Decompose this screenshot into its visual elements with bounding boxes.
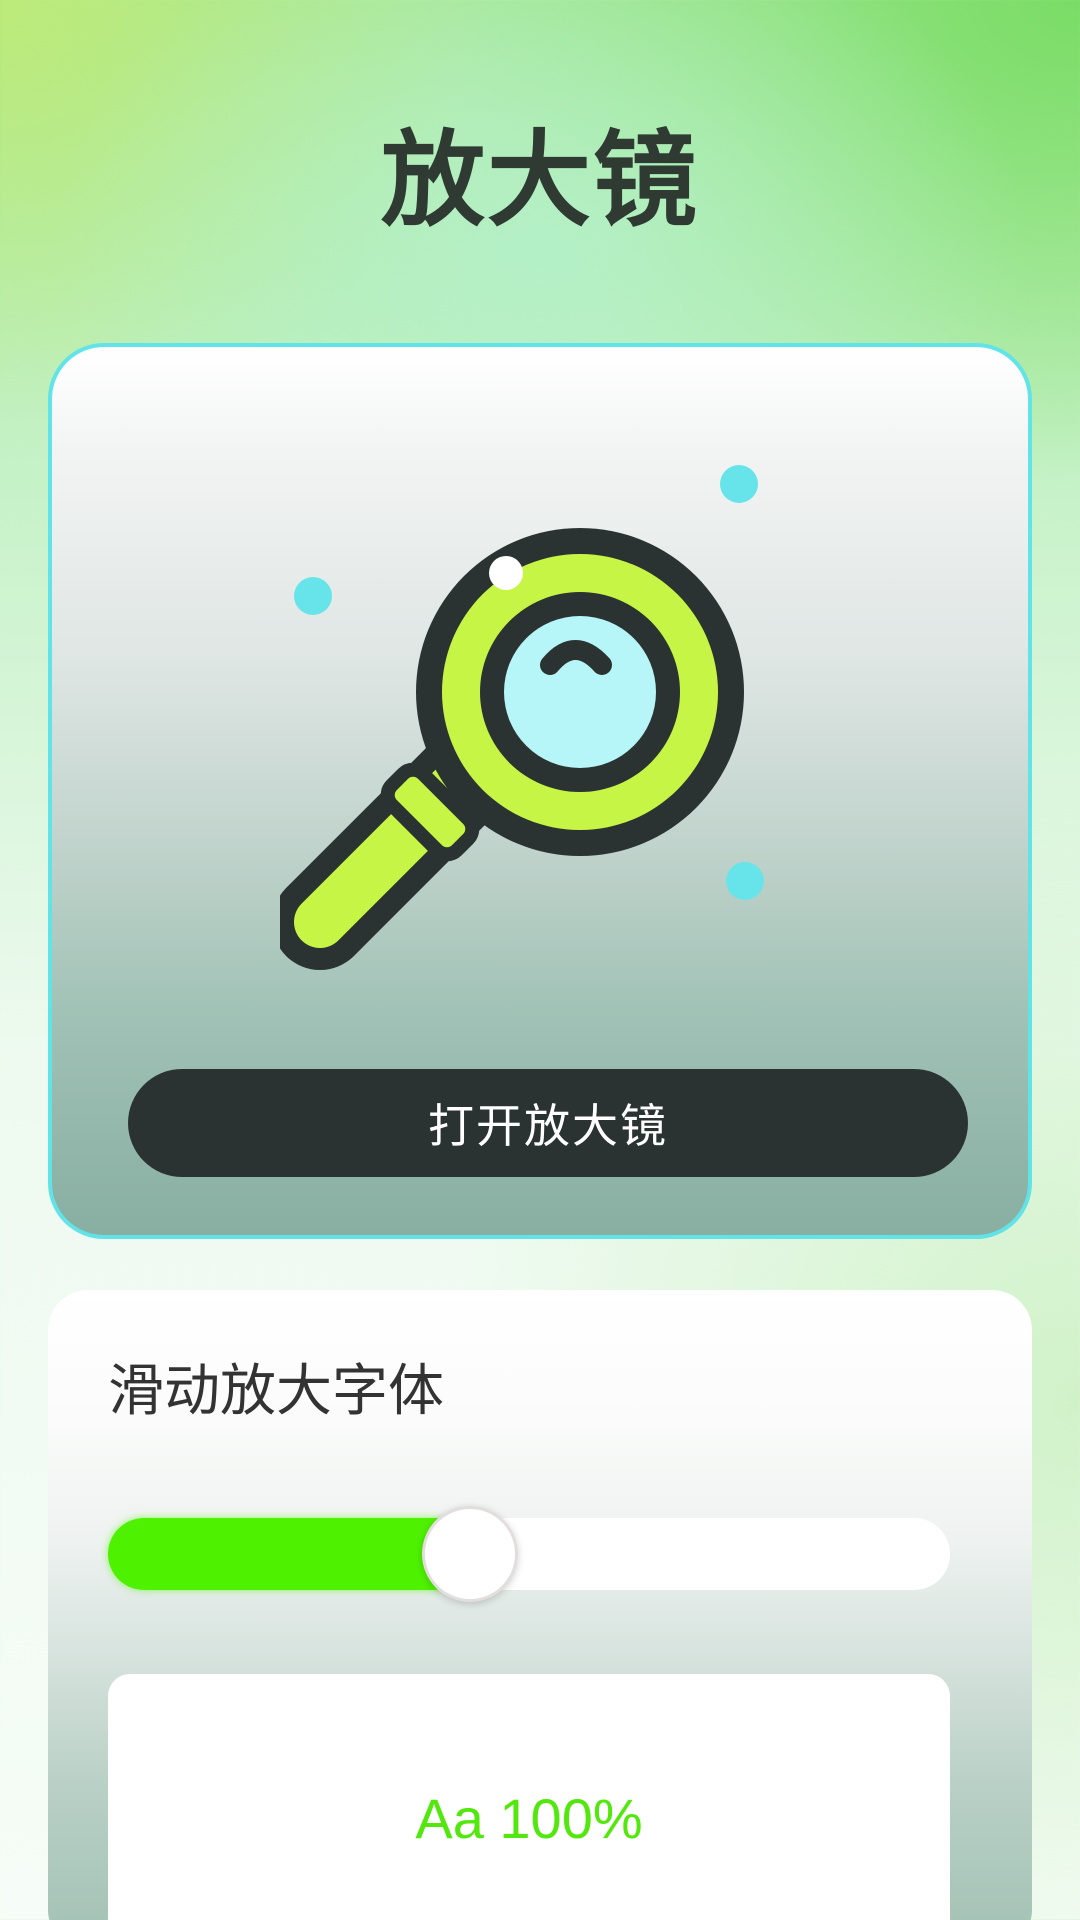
open-magnifier-button[interactable]: 打开放大镜 bbox=[128, 1069, 968, 1177]
page-title: 放大镜 bbox=[380, 119, 699, 241]
font-card-title: 滑动放大字体 bbox=[108, 1359, 444, 1424]
slider-thumb[interactable] bbox=[422, 1506, 518, 1602]
font-size-slider[interactable] bbox=[108, 1506, 950, 1602]
slider-fill bbox=[108, 1518, 470, 1590]
font-preview-box: Aa 100% bbox=[108, 1674, 950, 1920]
font-size-card: 滑动放大字体 Aa 100% bbox=[48, 1290, 1032, 1920]
magnifying-glass-icon bbox=[280, 528, 744, 970]
magnifier-card: 打开放大镜 bbox=[48, 343, 1032, 1239]
font-preview-text: Aa 100% bbox=[415, 1787, 643, 1850]
